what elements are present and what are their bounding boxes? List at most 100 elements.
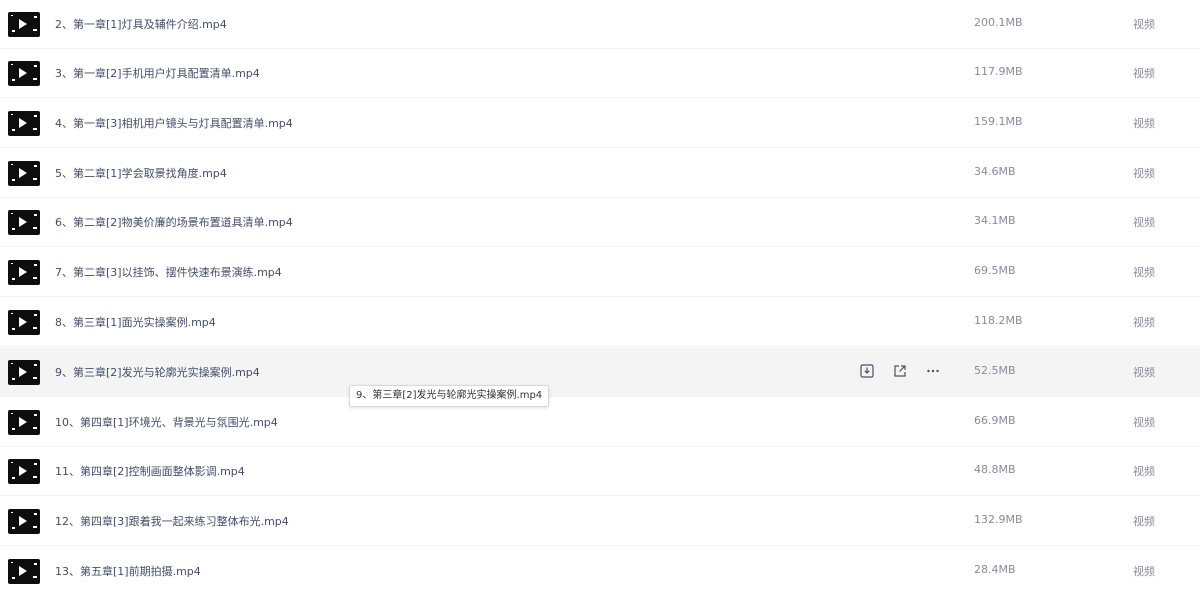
thumbnail-detail [33,227,37,229]
thumbnail-detail [11,114,13,115]
thumbnail-detail [34,314,37,316]
file-type: 视频 [1133,266,1155,279]
file-name[interactable]: 3、第一章[2]手机用户灯具配置清单.mp4 [55,65,260,81]
file-type: 视频 [1133,416,1155,429]
thumbnail-detail [34,165,37,167]
play-icon [19,466,27,476]
thumbnail-detail [11,213,13,214]
thumbnail-detail [33,178,37,180]
thumbnail-detail [12,428,15,430]
file-row[interactable]: 7、第二章[3]以挂饰、摆件快速布景演练.mp4 69.5MB 视频 [0,248,1200,297]
video-thumbnail-icon [8,459,40,484]
file-type: 视频 [1133,18,1155,31]
file-name[interactable]: 12、第四章[3]跟着我一起来练习整体布光.mp4 [55,513,289,529]
thumbnail-detail [34,65,37,67]
thumbnail-detail [11,64,13,65]
file-name[interactable]: 11、第四章[2]控制画面整体影调.mp4 [55,463,245,479]
file-name[interactable]: 2、第一章[1]灯具及辅件介绍.mp4 [55,16,227,32]
share-button[interactable] [891,363,909,381]
thumbnail-detail [33,128,37,130]
file-name[interactable]: 9、第三章[2]发光与轮廓光实操案例.mp4 [55,364,260,380]
file-name[interactable]: 4、第一章[3]相机用户镜头与灯具配置清单.mp4 [55,115,293,131]
file-size: 117.9MB [974,65,1023,78]
file-type: 视频 [1133,515,1155,528]
file-name[interactable]: 10、第四章[1]环境光、背景光与氛围光.mp4 [55,414,278,430]
file-size: 69.5MB [974,264,1016,277]
file-size: 132.9MB [974,513,1023,526]
thumbnail-detail [11,512,13,513]
thumbnail-detail [12,378,15,380]
file-size: 200.1MB [974,16,1023,29]
thumbnail-detail [33,327,37,329]
thumbnail-detail [33,377,37,379]
file-list: 2、第一章[1]灯具及辅件介绍.mp4 200.1MB 视频 3、第一章[2]手机用户… [0,0,1200,593]
file-row[interactable]: 10、第四章[1]环境光、背景光与氛围光.mp4 66.9MB 视频 [0,398,1200,447]
video-thumbnail-icon [8,310,40,335]
file-row[interactable]: 8、第三章[1]面光实操案例.mp4 118.2MB 视频 [0,298,1200,347]
thumbnail-detail [33,29,37,31]
file-name[interactable]: 6、第二章[2]物美价廉的场景布置道具清单.mp4 [55,214,293,230]
file-row[interactable]: 12、第四章[3]跟着我一起来练习整体布光.mp4 132.9MB 视频 [0,497,1200,546]
file-name[interactable]: 13、第五章[1]前期拍摄.mp4 [55,563,201,579]
thumbnail-detail [33,78,37,80]
thumbnail-detail [12,527,15,529]
video-thumbnail-icon [8,12,40,37]
play-icon [19,566,27,576]
more-icon [926,363,940,382]
video-thumbnail-icon [8,559,40,584]
file-type: 视频 [1133,216,1155,229]
thumbnail-detail [33,476,37,478]
file-type: 视频 [1133,366,1155,379]
thumbnail-detail [11,313,13,314]
thumbnail-detail [11,15,13,16]
file-type: 视频 [1133,565,1155,578]
thumbnail-detail [34,115,37,117]
play-icon [19,267,27,277]
thumbnail-detail [11,413,13,414]
thumbnail-detail [11,263,13,264]
file-size: 28.4MB [974,563,1016,576]
file-row[interactable]: 9、第三章[2]发光与轮廓光实操案例.mp4 52.5MB 视频 [0,348,1200,397]
file-row[interactable]: 11、第四章[2]控制画面整体影调.mp4 48.8MB 视频 [0,447,1200,496]
download-button[interactable] [858,363,876,381]
file-size: 34.6MB [974,165,1016,178]
video-thumbnail-icon [8,61,40,86]
download-icon [860,363,874,382]
play-icon [19,217,27,227]
video-thumbnail-icon [8,509,40,534]
file-name[interactable]: 8、第三章[1]面光实操案例.mp4 [55,314,216,330]
video-thumbnail-icon [8,111,40,136]
video-thumbnail-icon [8,260,40,285]
file-row[interactable]: 4、第一章[3]相机用户镜头与灯具配置清单.mp4 159.1MB 视频 [0,99,1200,148]
file-type: 视频 [1133,67,1155,80]
thumbnail-detail [11,462,13,463]
thumbnail-detail [12,79,15,81]
video-thumbnail-icon [8,360,40,385]
file-row[interactable]: 13、第五章[1]前期拍摄.mp4 28.4MB 视频 [0,547,1200,593]
thumbnail-detail [33,526,37,528]
more-button[interactable] [924,363,942,381]
thumbnail-detail [12,278,15,280]
thumbnail-detail [11,164,13,165]
thumbnail-detail [12,129,15,131]
thumbnail-detail [11,363,13,364]
thumbnail-detail [33,427,37,429]
thumbnail-detail [12,577,15,579]
file-size: 34.1MB [974,214,1016,227]
thumbnail-detail [34,414,37,416]
row-actions [858,363,957,381]
file-row[interactable]: 5、第二章[1]学会取景找角度.mp4 34.6MB 视频 [0,149,1200,198]
file-row[interactable]: 6、第二章[2]物美价廉的场景布置道具清单.mp4 34.1MB 视频 [0,198,1200,247]
share-icon [893,363,907,382]
file-row[interactable]: 3、第一章[2]手机用户灯具配置清单.mp4 117.9MB 视频 [0,49,1200,98]
file-type: 视频 [1133,117,1155,130]
file-name[interactable]: 5、第二章[1]学会取景找角度.mp4 [55,165,227,181]
thumbnail-detail [12,328,15,330]
thumbnail-detail [34,563,37,565]
file-size: 48.8MB [974,463,1016,476]
file-name[interactable]: 7、第二章[3]以挂饰、摆件快速布景演练.mp4 [55,264,282,280]
play-icon [19,168,27,178]
file-row[interactable]: 2、第一章[1]灯具及辅件介绍.mp4 200.1MB 视频 [0,0,1200,49]
thumbnail-detail [33,576,37,578]
filename-tooltip: 9、第三章[2]发光与轮廓光实操案例.mp4 [349,385,550,407]
